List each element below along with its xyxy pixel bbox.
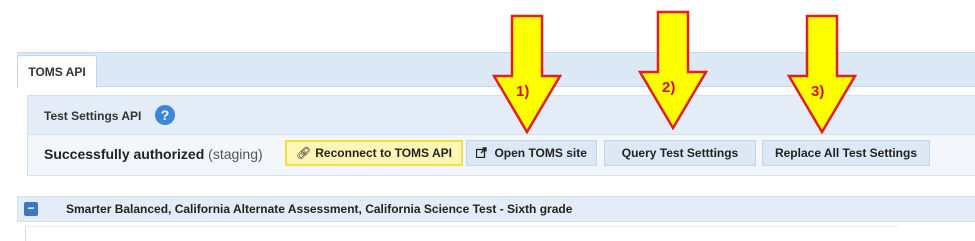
replace-all-test-settings-button[interactable]: Replace All Test Settings — [762, 140, 930, 166]
annotation-arrow-1: 1) — [492, 14, 562, 134]
reconnect-button[interactable]: 🔗︎ Reconnect to TOMS API — [285, 140, 463, 166]
annotation-arrow-2: 2) — [638, 10, 708, 130]
reconnect-label: Reconnect to TOMS API — [315, 146, 452, 160]
accordion-title: Smarter Balanced, California Alternate A… — [66, 202, 573, 216]
accordion-body — [25, 226, 898, 241]
query-test-settings-button[interactable]: Query Test Setttings — [604, 140, 756, 166]
annotation-label-2: 2) — [662, 79, 675, 96]
help-icon[interactable]: ? — [155, 105, 175, 125]
auth-environment: (staging) — [208, 146, 263, 162]
annotation-arrow-3: 3) — [787, 14, 857, 134]
tab-toms-api[interactable]: TOMS API — [17, 55, 97, 88]
open-toms-site-button[interactable]: Open TOMS site — [466, 140, 597, 166]
auth-status: Successfully authorized (staging) — [44, 146, 263, 162]
link-icon: 🔗︎ — [296, 146, 312, 160]
auth-status-text: Successfully authorized — [44, 146, 205, 162]
external-link-icon — [475, 146, 490, 160]
annotation-label-3: 3) — [811, 83, 824, 100]
panel-title: Test Settings API — [44, 109, 142, 123]
open-toms-site-label: Open TOMS site — [494, 146, 587, 160]
annotation-label-1: 1) — [516, 83, 529, 100]
collapse-icon[interactable]: − — [24, 202, 38, 216]
accordion-header[interactable]: − Smarter Balanced, California Alternate… — [17, 196, 975, 222]
